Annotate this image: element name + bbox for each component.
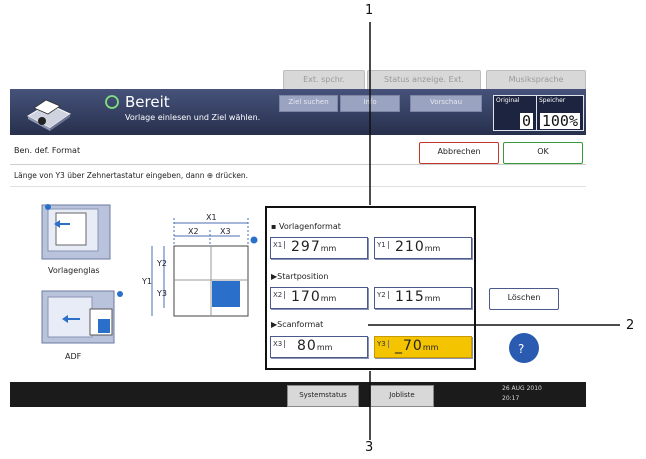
callout-2: 2	[626, 318, 635, 333]
callout-1: 1	[365, 3, 374, 18]
callout-lines	[368, 22, 620, 440]
callout-3: 3	[365, 440, 374, 455]
